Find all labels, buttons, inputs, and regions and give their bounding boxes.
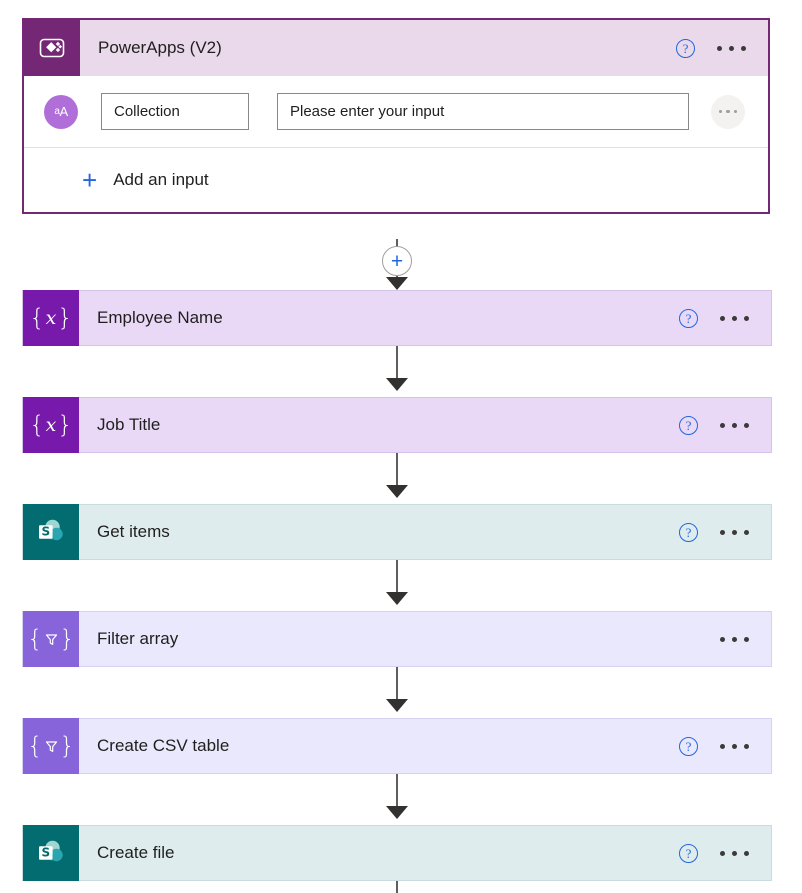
action-controls: ? xyxy=(679,415,771,435)
connector-arrow-2 xyxy=(386,378,408,391)
input-name-field[interactable]: Collection xyxy=(101,93,249,130)
connector-arrow-3 xyxy=(386,485,408,498)
data-operation-icon: { } xyxy=(23,718,79,774)
more-options-icon[interactable] xyxy=(720,529,749,535)
action-card-job-title[interactable]: {x} Job Title ? xyxy=(22,397,772,453)
add-an-input-label: Add an input xyxy=(113,170,209,189)
connector-line-6 xyxy=(396,774,398,807)
action-controls: ? xyxy=(679,522,771,542)
trigger-actions: ? xyxy=(676,38,768,58)
action-title: Create CSV table xyxy=(97,736,230,755)
help-icon[interactable]: ? xyxy=(679,843,698,863)
help-icon[interactable]: ? xyxy=(679,415,698,435)
avatar-suffix: A xyxy=(59,104,68,119)
action-card-employee-name[interactable]: {x} Employee Name ? xyxy=(22,290,772,346)
action-title: Employee Name xyxy=(97,308,223,327)
svg-text:S: S xyxy=(41,846,50,860)
action-card-create-file[interactable]: S Create file ? xyxy=(22,825,772,881)
connector-line-4 xyxy=(396,560,398,593)
trigger-body: aA Collection Please enter your input + … xyxy=(24,76,768,212)
flow-designer-canvas: PowerApps (V2) ? aA Collection Please en… xyxy=(0,0,802,893)
action-controls: ? xyxy=(679,308,771,328)
text-input-type-avatar: aA xyxy=(44,94,78,129)
action-title: Get items xyxy=(97,522,170,541)
action-card-filter-array[interactable]: { } Filter array xyxy=(22,611,772,667)
connector-line-3 xyxy=(396,453,398,486)
more-options-icon[interactable] xyxy=(717,45,746,51)
input-more-options-button[interactable] xyxy=(711,94,745,129)
input-placeholder-field[interactable]: Please enter your input xyxy=(277,93,689,130)
plus-icon: + xyxy=(82,165,98,195)
connector-arrow-1 xyxy=(386,277,408,290)
action-title: Filter array xyxy=(97,629,179,648)
connector-line-5 xyxy=(396,667,398,700)
help-icon[interactable]: ? xyxy=(679,522,698,542)
help-icon[interactable]: ? xyxy=(676,38,695,58)
connector-arrow-5 xyxy=(386,699,408,712)
trigger-title: PowerApps (V2) xyxy=(98,38,222,57)
more-options-icon[interactable] xyxy=(720,850,749,856)
variable-icon: {x} xyxy=(23,290,79,346)
connector-arrow-4 xyxy=(386,592,408,605)
svg-text:S: S xyxy=(41,525,50,539)
data-operation-icon: { } xyxy=(23,611,79,667)
help-icon[interactable]: ? xyxy=(679,736,698,756)
trigger-header[interactable]: PowerApps (V2) ? xyxy=(24,20,768,76)
powerapps-icon xyxy=(24,20,80,76)
connector-line-2 xyxy=(396,346,398,379)
trigger-input-row: aA Collection Please enter your input xyxy=(24,76,768,148)
trigger-card-powerapps[interactable]: PowerApps (V2) ? aA Collection Please en… xyxy=(22,18,770,214)
more-options-icon[interactable] xyxy=(720,743,749,749)
more-options-icon[interactable] xyxy=(720,422,749,428)
insert-step-button[interactable]: + xyxy=(382,246,412,276)
more-options-icon[interactable] xyxy=(720,315,749,321)
sharepoint-icon: S xyxy=(23,504,79,560)
add-an-input-button[interactable]: + Add an input xyxy=(24,148,768,212)
action-card-get-items[interactable]: S Get items ? xyxy=(22,504,772,560)
action-controls xyxy=(720,636,771,642)
action-title: Job Title xyxy=(97,415,161,434)
more-options-icon[interactable] xyxy=(720,636,749,642)
sharepoint-icon: S xyxy=(23,825,79,881)
connector-line-7 xyxy=(396,881,398,893)
action-title: Create file xyxy=(97,843,175,862)
variable-icon: {x} xyxy=(23,397,79,453)
connector-arrow-6 xyxy=(386,806,408,819)
action-card-create-csv-table[interactable]: { } Create CSV table ? xyxy=(22,718,772,774)
action-controls: ? xyxy=(679,843,771,863)
help-icon[interactable]: ? xyxy=(679,308,698,328)
action-controls: ? xyxy=(679,736,771,756)
